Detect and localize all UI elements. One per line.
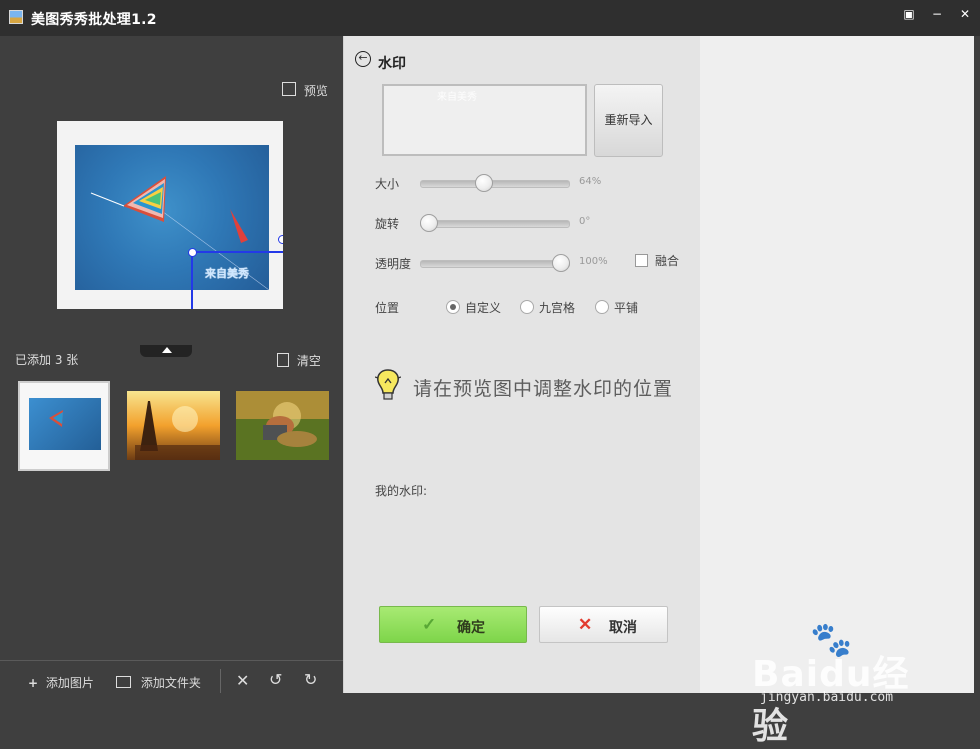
opacity-slider[interactable] (420, 254, 570, 272)
back-icon[interactable]: ← (355, 51, 371, 67)
delete-icon[interactable]: ✕ (236, 671, 249, 690)
position-custom-label: 自定义 (465, 301, 502, 315)
added-count: 已添加 3 张 (15, 353, 79, 367)
clear-label: 清空 (296, 354, 321, 368)
close-icon[interactable]: ✕ (955, 5, 975, 23)
position-radio-tile[interactable] (595, 300, 609, 314)
position-radio-grid[interactable] (520, 300, 534, 314)
girl-photo (236, 391, 329, 460)
thumbnail-girl[interactable] (236, 391, 329, 460)
ok-button[interactable]: ✓ 确定 (379, 606, 527, 643)
blend-label: 融合 (655, 254, 680, 268)
watermark-preview-box: 来自美秀 (382, 84, 587, 156)
add-image-label: 添加图片 (45, 676, 94, 690)
opacity-slider-thumb[interactable] (552, 254, 570, 272)
image-list-panel: 预览 来自美秀 已添加 3 张 清空 + 添加图片 添加文件夹 ✕ ↺ ↻ (0, 36, 343, 729)
my-watermark-label: 我的水印: (375, 484, 428, 498)
preview-icon (282, 82, 296, 96)
title-bar: 美图秀秀批处理1.2 ▣ − ✕ (0, 0, 980, 36)
add-image-button[interactable]: + 添加图片 (28, 674, 94, 691)
rotate-left-icon[interactable]: ↺ (269, 670, 282, 689)
panel-title: 水印 (378, 56, 406, 72)
size-slider-thumb[interactable] (475, 174, 493, 192)
minimize-icon[interactable]: − (927, 5, 947, 23)
baidu-watermark: 🐾 Baidu经验 jingyan.baidu.com (752, 620, 942, 747)
right-blank-area (700, 36, 974, 693)
preview-button[interactable]: 预览 (282, 82, 328, 99)
thumbnail-eiffel[interactable] (127, 391, 220, 460)
toolbar-divider (220, 669, 221, 693)
add-folder-button[interactable]: 添加文件夹 (116, 674, 201, 691)
chevron-up-icon (162, 347, 172, 353)
rotate-right-icon[interactable]: ↻ (304, 670, 317, 689)
eiffel-photo (127, 391, 220, 460)
rotation-label: 旋转 (375, 217, 400, 231)
resize-handle[interactable] (278, 235, 283, 244)
position-tile-label: 平铺 (614, 301, 639, 315)
add-folder-label: 添加文件夹 (140, 676, 201, 690)
folder-icon (116, 676, 131, 688)
check-icon: ✓ (422, 615, 437, 634)
kite-thumbnail-image (29, 398, 101, 450)
thumbnail-kite[interactable] (18, 381, 110, 471)
image-toolbar: + 添加图片 添加文件夹 ✕ ↺ ↻ (0, 660, 343, 702)
rotation-slider[interactable] (420, 214, 570, 232)
opacity-label: 透明度 (375, 257, 412, 271)
size-value: 64% (579, 176, 602, 187)
trash-icon (277, 353, 289, 367)
preview-image[interactable]: 来自美秀 (57, 121, 283, 309)
position-label: 位置 (375, 301, 400, 315)
kite-thumbnail-svg (49, 410, 63, 427)
cancel-label: 取消 (609, 619, 637, 635)
rotation-slider-thumb[interactable] (420, 214, 438, 232)
rotation-value: 0° (579, 216, 591, 227)
size-label: 大小 (375, 177, 400, 191)
watermark-settings-panel: ← 水印 来自美秀 重新导入 大小 64% 旋转 0° 透明度 100% 融合 … (343, 36, 701, 693)
plus-icon: + (28, 676, 39, 690)
clear-button[interactable]: 清空 (277, 352, 321, 369)
opacity-value: 100% (579, 256, 608, 267)
app-icon (9, 10, 23, 24)
size-slider[interactable] (420, 174, 570, 192)
preview-label: 预览 (303, 84, 328, 98)
position-grid-label: 九宫格 (539, 301, 576, 315)
lightbulb-icon (375, 369, 401, 400)
cancel-button[interactable]: ✕ 取消 (539, 606, 668, 643)
watermark-site: jingyan.baidu.com (760, 690, 894, 705)
chat-icon[interactable]: ▣ (899, 5, 919, 23)
position-radio-custom[interactable] (446, 300, 460, 314)
watermark-selection-box[interactable]: 来自美秀 (188, 235, 283, 309)
collapse-button[interactable] (140, 345, 192, 357)
watermark-overlay-text: 来自美秀 (205, 267, 249, 280)
reimport-button[interactable]: 重新导入 (594, 84, 663, 157)
ok-label: 确定 (457, 619, 485, 635)
x-icon: ✕ (578, 615, 593, 634)
watermark-preview-text: 来自美秀 (437, 92, 477, 103)
hint-text: 请在预览图中调整水印的位置 (413, 378, 674, 400)
resize-handle[interactable] (188, 248, 197, 257)
blend-checkbox[interactable] (635, 254, 648, 267)
window-title: 美图秀秀批处理1.2 (31, 12, 157, 28)
